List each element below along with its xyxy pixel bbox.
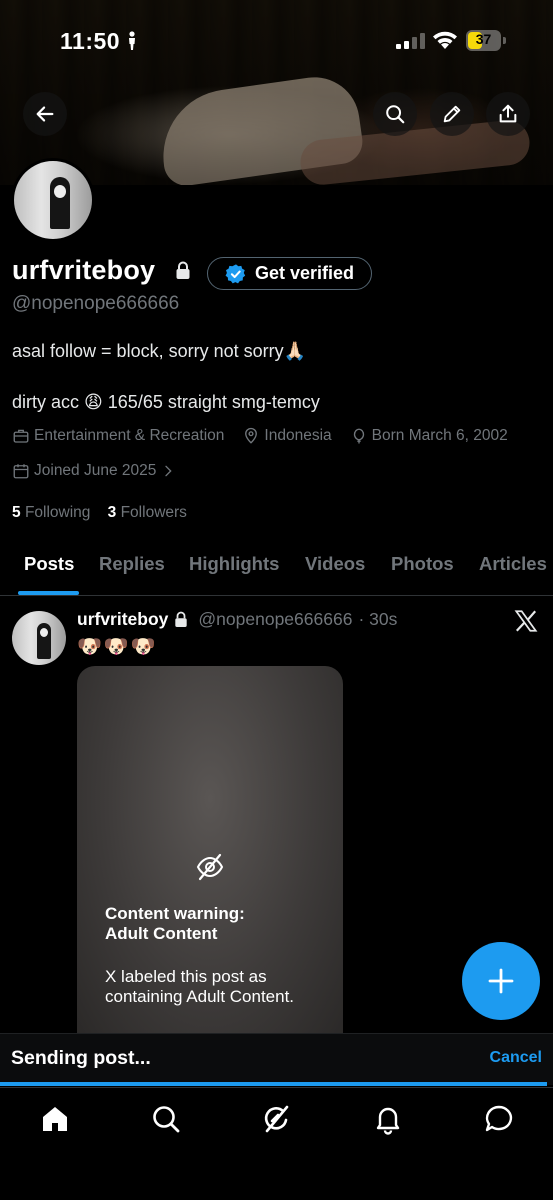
- category-item: Entertainment & Recreation: [12, 427, 224, 445]
- followers-count: 3: [107, 504, 117, 521]
- content-warning-title-line2: Adult Content: [105, 924, 218, 943]
- birthday-item: Born March 6, 2002: [350, 427, 508, 445]
- followers-link[interactable]: 3 Followers: [108, 504, 187, 521]
- protected-lock-icon: [175, 611, 188, 627]
- following-label: Following: [24, 504, 91, 521]
- search-icon: [386, 105, 405, 124]
- follow-stats: 5 Following 3 Followers: [12, 504, 187, 522]
- post-media-sensitive[interactable]: Content warning: Adult Content X labeled…: [77, 666, 343, 1046]
- back-button[interactable]: [23, 92, 67, 136]
- calendar-icon: [13, 464, 29, 479]
- post-author-handle: @nopenope666666: [198, 609, 353, 629]
- protected-lock-icon: [176, 261, 190, 279]
- chevron-right-icon: [165, 465, 173, 477]
- birthday-label: Born March 6, 2002: [371, 427, 508, 444]
- joined-label: Joined June 2025: [34, 462, 157, 479]
- profile-name: urfvriteboy: [12, 255, 156, 285]
- bio-line-2: dirty acc 😩 165/65 straight smg-temcy: [12, 392, 320, 412]
- home-icon: [43, 1107, 67, 1131]
- activity-person-icon: [129, 31, 135, 50]
- post-header: urfvriteboy @nopenope666666 · 30s: [77, 609, 397, 630]
- nav-home[interactable]: [38, 1102, 72, 1136]
- x-logo-icon: [514, 610, 538, 632]
- content-warning-desc-line1: X labeled this post as: [105, 967, 267, 986]
- share-button[interactable]: [486, 92, 530, 136]
- following-link[interactable]: 5 Following: [12, 504, 90, 521]
- tab-posts[interactable]: Posts: [24, 553, 74, 575]
- location-pin-icon: [245, 427, 258, 444]
- joined-row[interactable]: Joined June 2025: [12, 462, 176, 480]
- followers-label: Followers: [120, 504, 187, 521]
- balloon-icon: [353, 428, 364, 444]
- profile-tabs: Posts Replies Highlights Videos Photos A…: [0, 540, 553, 596]
- tab-replies[interactable]: Replies: [99, 553, 165, 575]
- nav-search[interactable]: [149, 1102, 183, 1136]
- back-icon: [36, 106, 54, 122]
- wifi-icon: [433, 31, 457, 49]
- content-warning-title-line1: Content warning:: [105, 904, 245, 923]
- content-warning-description: X labeled this post as containing Adult …: [105, 967, 294, 1007]
- verified-badge-icon: [225, 263, 246, 283]
- bio-line-1: asal follow = block, sorry not sorry🙏🏻: [12, 341, 307, 361]
- post-author-name[interactable]: urfvriteboy: [77, 609, 168, 630]
- grok-icon: [264, 1105, 289, 1133]
- cancel-button[interactable]: Cancel: [490, 1049, 542, 1067]
- eye-slash-icon: [196, 853, 224, 881]
- plus-icon: [488, 968, 514, 994]
- location-item: Indonesia: [242, 427, 332, 445]
- battery-indicator: 37: [466, 30, 506, 51]
- get-verified-label: Get verified: [254, 263, 355, 283]
- edit-icon: [443, 105, 461, 123]
- tab-highlights[interactable]: Highlights: [189, 553, 279, 575]
- post-text: 🐶🐶🐶: [77, 636, 158, 658]
- share-icon: [499, 104, 517, 123]
- category-label: Entertainment & Recreation: [34, 427, 225, 444]
- location-label: Indonesia: [264, 427, 332, 444]
- avatar: [14, 161, 92, 239]
- bell-icon: [376, 1107, 400, 1135]
- tab-articles[interactable]: Articles: [479, 553, 547, 575]
- tab-videos[interactable]: Videos: [305, 553, 365, 575]
- tab-photos[interactable]: Photos: [391, 553, 454, 575]
- edit-button[interactable]: [430, 92, 474, 136]
- following-count: 5: [12, 504, 21, 521]
- cellular-signal-icon: [396, 33, 425, 49]
- bottom-navigation: [0, 1087, 553, 1200]
- status-time: 11:50: [60, 28, 121, 54]
- profile-handle: @nopenope666666: [12, 293, 180, 314]
- get-verified-button[interactable]: Get verified: [207, 257, 372, 290]
- nav-messages[interactable]: [482, 1102, 516, 1136]
- search-icon: [153, 1106, 180, 1133]
- search-button[interactable]: [373, 92, 417, 136]
- profile-meta: Entertainment & Recreation Indonesia Bor…: [12, 427, 522, 445]
- post-timestamp: · 30s: [358, 609, 398, 629]
- content-warning-title: Content warning: Adult Content: [105, 904, 245, 944]
- battery-level: 37: [475, 31, 492, 47]
- sending-progress-bar: [0, 1082, 547, 1086]
- active-tab-indicator: [18, 591, 79, 595]
- sending-post-bar: Sending post... Cancel: [0, 1033, 553, 1085]
- sending-post-label: Sending post...: [11, 1047, 151, 1069]
- nav-notifications[interactable]: [371, 1102, 405, 1136]
- briefcase-icon: [13, 429, 29, 443]
- status-bar: 11:50 37: [0, 0, 553, 80]
- profile-avatar[interactable]: [11, 158, 95, 242]
- post-avatar[interactable]: [12, 611, 66, 665]
- nav-grok[interactable]: [260, 1102, 294, 1136]
- compose-post-button[interactable]: [462, 942, 540, 1020]
- chat-bubble-icon: [485, 1105, 513, 1132]
- content-warning-desc-line2: containing Adult Content.: [105, 987, 295, 1006]
